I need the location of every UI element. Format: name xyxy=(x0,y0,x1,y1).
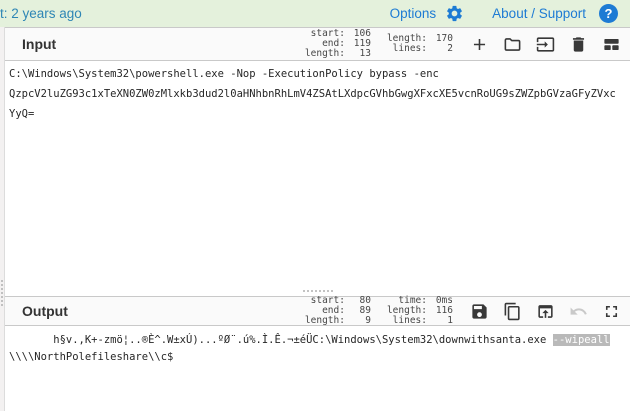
stat-value: 9 xyxy=(350,316,371,326)
stat-value: 13 xyxy=(350,49,371,59)
open-input-icon[interactable] xyxy=(536,35,555,54)
input-pane: Input start:106 end:119 length:13 length… xyxy=(5,27,630,286)
io-splitter-grip xyxy=(303,290,333,292)
output-doc-stats: time:0ms length:116 lines:1 xyxy=(387,296,453,326)
last-build-link[interactable]: t: 2 years ago xyxy=(0,6,82,21)
output-pane-title: Output xyxy=(22,303,68,319)
input-pane-title: Input xyxy=(22,36,56,52)
io-column: Input start:106 end:119 length:13 length… xyxy=(5,27,630,411)
replace-input-icon[interactable] xyxy=(536,302,555,321)
add-input-icon[interactable] xyxy=(470,35,489,54)
stat-label: lines: xyxy=(387,44,427,54)
output-textarea[interactable]: h§v.,K+-zmö¦..®È^.W±xÚ)...ºØ¨.ú%.Ì.Ê.¬±é… xyxy=(5,326,630,411)
input-toolbar xyxy=(470,35,621,54)
cyberchef-app: t: 2 years ago Options About / Support ?… xyxy=(0,0,630,411)
output-pane: Output start:80 end:89 length:9 time:0ms… xyxy=(5,296,630,411)
stat-value: 1 xyxy=(432,316,453,326)
stat-label: lines: xyxy=(387,316,427,326)
open-file-icon[interactable] xyxy=(503,35,522,54)
input-selection-stats: start:106 end:119 length:13 xyxy=(305,29,371,59)
input-textarea[interactable]: C:\Windows\System32\powershell.exe -Nop … xyxy=(5,61,630,286)
stat-value: 2 xyxy=(432,44,453,54)
banner-links: Options About / Support ? xyxy=(390,4,618,23)
output-selection-stats: start:80 end:89 length:9 xyxy=(305,296,371,326)
input-line: C:\Windows\System32\powershell.exe -Nop … xyxy=(9,64,626,84)
input-doc-stats: length:170 lines:2 xyxy=(387,34,453,54)
output-selection: --wipeall xyxy=(553,334,610,346)
output-stats: start:80 end:89 length:9 time:0ms length… xyxy=(305,296,453,326)
about-support-link[interactable]: About / Support xyxy=(492,6,586,21)
options-button[interactable]: Options xyxy=(390,6,437,21)
output-header: Output start:80 end:89 length:9 time:0ms… xyxy=(5,296,630,326)
input-line: YyQ= xyxy=(9,104,626,124)
maximise-output-icon[interactable] xyxy=(602,302,621,321)
input-header: Input start:106 end:119 length:13 length… xyxy=(5,27,630,61)
save-output-icon[interactable] xyxy=(470,302,489,321)
output-text: h§v.,K+-zmö¦..®È^.W±xÚ)...ºØ¨.ú%.Ì.Ê.¬±é… xyxy=(9,334,553,346)
input-line: QzpcV2luZG93c1xTeXN0ZW0zMlxkb3dud2l0aHNh… xyxy=(9,84,626,104)
stat-label: length: xyxy=(305,316,345,326)
undo-icon[interactable] xyxy=(569,302,588,321)
output-line: \\\\NorthPolefileshare\\c$ xyxy=(9,349,626,366)
vertical-splitter[interactable] xyxy=(0,27,5,411)
input-stats: start:106 end:119 length:13 length:170 l… xyxy=(305,29,453,59)
output-toolbar xyxy=(470,302,621,321)
copy-output-icon[interactable] xyxy=(503,302,522,321)
stat-label: length: xyxy=(305,49,345,59)
help-icon[interactable]: ? xyxy=(599,4,618,23)
clear-io-icon[interactable] xyxy=(569,35,588,54)
vertical-splitter-grip xyxy=(1,280,3,306)
reset-layout-icon[interactable] xyxy=(602,35,621,54)
update-banner: t: 2 years ago Options About / Support ? xyxy=(0,0,630,27)
output-line: h§v.,K+-zmö¦..®È^.W±xÚ)...ºØ¨.ú%.Ì.Ê.¬±é… xyxy=(9,332,626,349)
main-area: Input start:106 end:119 length:13 length… xyxy=(0,27,630,411)
gear-icon[interactable] xyxy=(445,4,464,23)
